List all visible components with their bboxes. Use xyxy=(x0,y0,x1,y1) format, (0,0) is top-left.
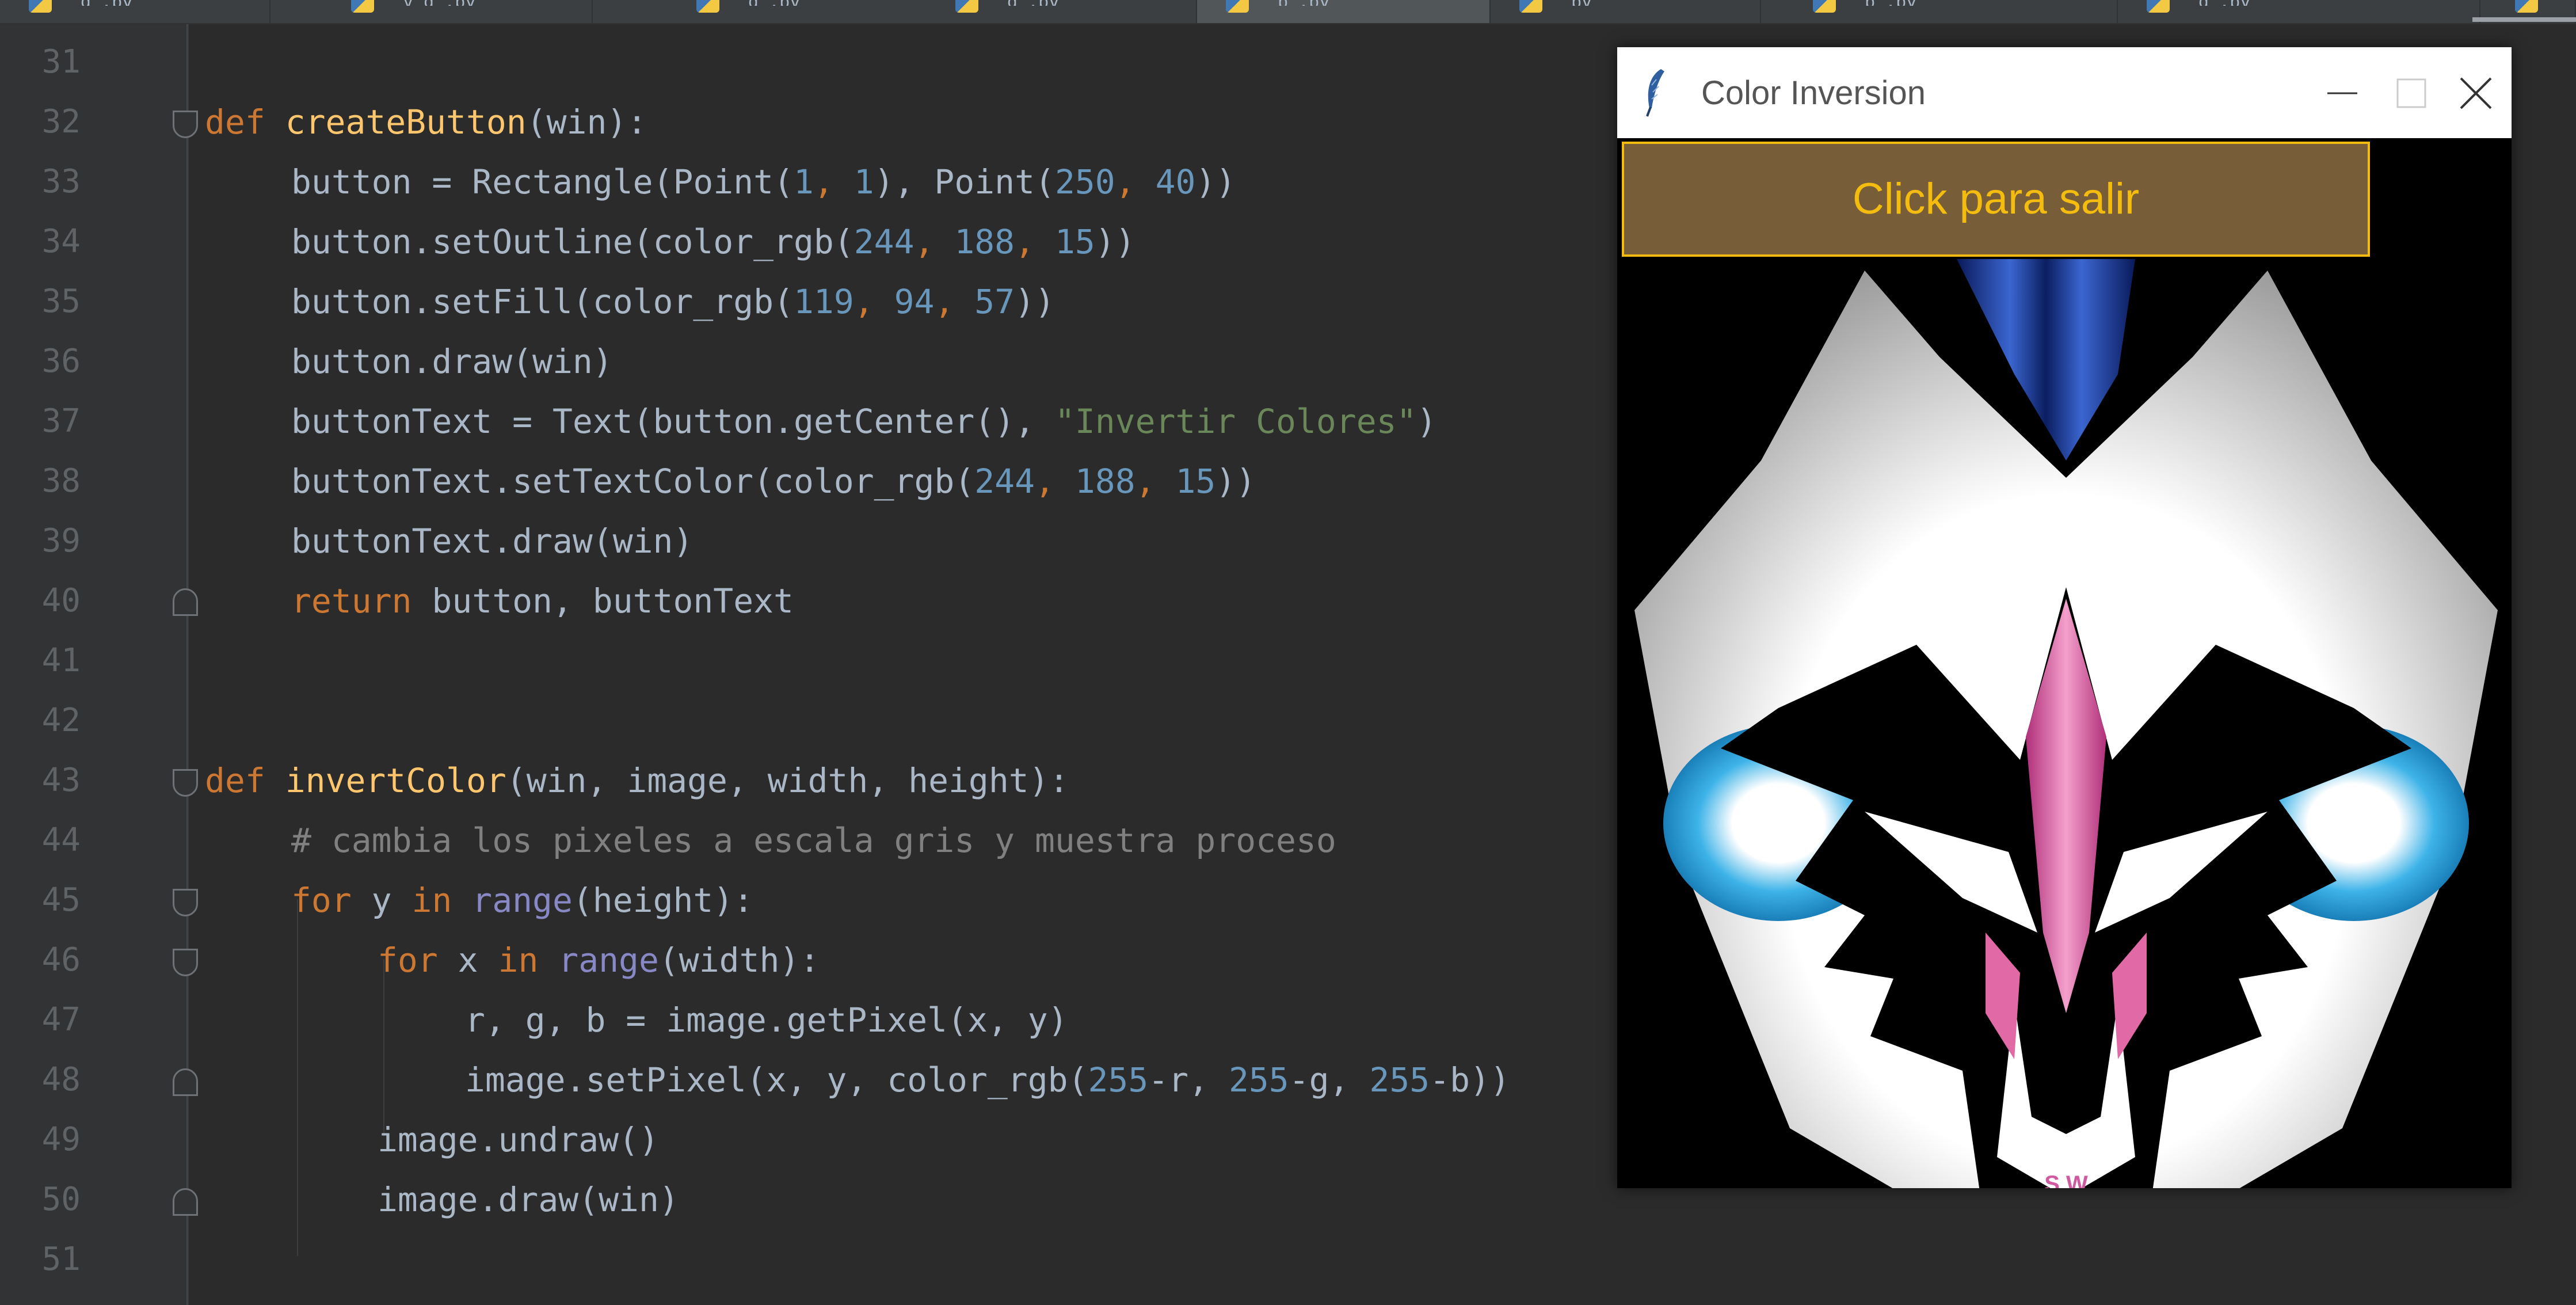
editor-tab[interactable]: py xyxy=(1491,0,1761,23)
fold-close-icon[interactable] xyxy=(173,1188,198,1216)
minimize-icon xyxy=(2327,92,2357,94)
line-number: 50 xyxy=(41,1181,81,1218)
line-number: 38 xyxy=(41,462,81,500)
line-number: 41 xyxy=(41,642,81,679)
code-line-34: button.setOutline(color_rgb(244, 188, 15… xyxy=(291,222,1135,261)
fold-open-icon[interactable] xyxy=(173,111,198,138)
line-number: 33 xyxy=(41,163,81,200)
python-file-icon xyxy=(29,0,52,13)
exit-button[interactable]: Click para salir xyxy=(1622,142,2370,257)
line-number: 34 xyxy=(41,223,81,260)
fold-open-icon[interactable] xyxy=(173,769,198,797)
line-number: 31 xyxy=(41,43,81,81)
line-number: 46 xyxy=(41,941,81,979)
maximize-button[interactable] xyxy=(2377,64,2446,122)
fold-close-icon[interactable] xyxy=(173,1068,198,1096)
code-line-35: button.setFill(color_rgb(119, 94, 57)) xyxy=(291,282,1055,321)
line-number: 48 xyxy=(41,1061,81,1098)
python-file-icon xyxy=(1226,0,1249,13)
line-number-gutter: 31 32 33 34 35 36 37 38 39 40 41 42 43 4… xyxy=(0,24,198,1305)
python-file-icon xyxy=(696,0,719,13)
line-number: 43 xyxy=(41,762,81,799)
editor-tab[interactable]: p .py xyxy=(1784,0,2118,23)
editor-tab-active[interactable]: p .py xyxy=(1197,0,1491,23)
code-line-32: def createButton(win): xyxy=(205,102,647,142)
svg-text:S W: S W xyxy=(2044,1171,2088,1188)
python-file-icon xyxy=(1519,0,1542,13)
code-line-47: r, g, b = image.getPixel(x, y) xyxy=(465,1000,1068,1040)
inverted-logo-image: S W xyxy=(1634,259,2498,1188)
tab-indicator xyxy=(2472,17,2576,22)
line-number: 39 xyxy=(41,522,81,560)
code-line-43: def invertColor(win, image, width, heigh… xyxy=(205,761,1069,800)
line-number: 49 xyxy=(41,1121,81,1158)
code-line-37: buttonText = Text(button.getCenter(), "I… xyxy=(291,402,1437,441)
python-file-icon xyxy=(2515,0,2538,13)
code-line-46: for x in range(width): xyxy=(378,941,820,980)
fold-open-icon[interactable] xyxy=(173,889,198,916)
code-line-38: buttonText.setTextColor(color_rgb(244, 1… xyxy=(291,462,1256,501)
code-line-50: image.draw(win) xyxy=(378,1180,679,1219)
code-line-40: return button, buttonText xyxy=(291,581,794,621)
close-button[interactable] xyxy=(2442,64,2512,122)
graphics-canvas[interactable]: S W Click para salir xyxy=(1617,138,2512,1188)
editor-tab[interactable]: y g .py xyxy=(322,0,593,23)
code-line-45: for y in range(height): xyxy=(291,881,754,920)
code-line-36: button.draw(win) xyxy=(291,342,613,381)
line-number: 36 xyxy=(41,343,81,380)
python-file-icon xyxy=(2147,0,2170,13)
editor-tab[interactable]: g .py xyxy=(927,0,1197,23)
line-number: 45 xyxy=(41,881,81,919)
code-line-33: button = Rectangle(Point(1, 1), Point(25… xyxy=(291,162,1236,201)
code-line-48: image.setPixel(x, y, color_rgb(255-r, 25… xyxy=(465,1060,1510,1099)
line-number: 44 xyxy=(41,821,81,859)
window-title: Color Inversion xyxy=(1701,74,1926,112)
color-inversion-window: Color Inversion S W Click para salir xyxy=(1617,47,2512,1188)
line-number: 51 xyxy=(41,1241,81,1278)
editor-tab[interactable]: g .py xyxy=(0,0,270,23)
code-line-44: # cambia los pixeles a escala gris y mue… xyxy=(291,821,1336,860)
code-line-49: image.undraw() xyxy=(378,1120,659,1159)
line-number: 35 xyxy=(41,283,81,320)
editor-tab[interactable]: g .py xyxy=(2118,0,2480,23)
gutter-separator xyxy=(186,24,188,1305)
line-number: 40 xyxy=(41,582,81,619)
line-number: 42 xyxy=(41,702,81,739)
python-file-icon xyxy=(351,0,374,13)
editor-tab-bar: g .py y g .py g .py g .py p .py py p .py… xyxy=(0,0,2576,24)
window-titlebar[interactable]: Color Inversion xyxy=(1617,47,2512,138)
code-line-39: buttonText.draw(win) xyxy=(291,522,693,561)
python-file-icon xyxy=(1813,0,1836,13)
line-number: 37 xyxy=(41,402,81,440)
fold-close-icon[interactable] xyxy=(173,588,198,616)
python-file-icon xyxy=(955,0,978,13)
close-icon xyxy=(2460,77,2492,109)
indent-guide xyxy=(297,899,298,1256)
editor-tab[interactable]: g .py xyxy=(668,0,938,23)
feather-icon xyxy=(1646,69,1664,117)
maximize-icon xyxy=(2396,78,2426,108)
fold-open-icon[interactable] xyxy=(173,949,198,976)
minimize-button[interactable] xyxy=(2308,64,2377,122)
line-number: 32 xyxy=(41,103,81,140)
line-number: 47 xyxy=(41,1001,81,1038)
